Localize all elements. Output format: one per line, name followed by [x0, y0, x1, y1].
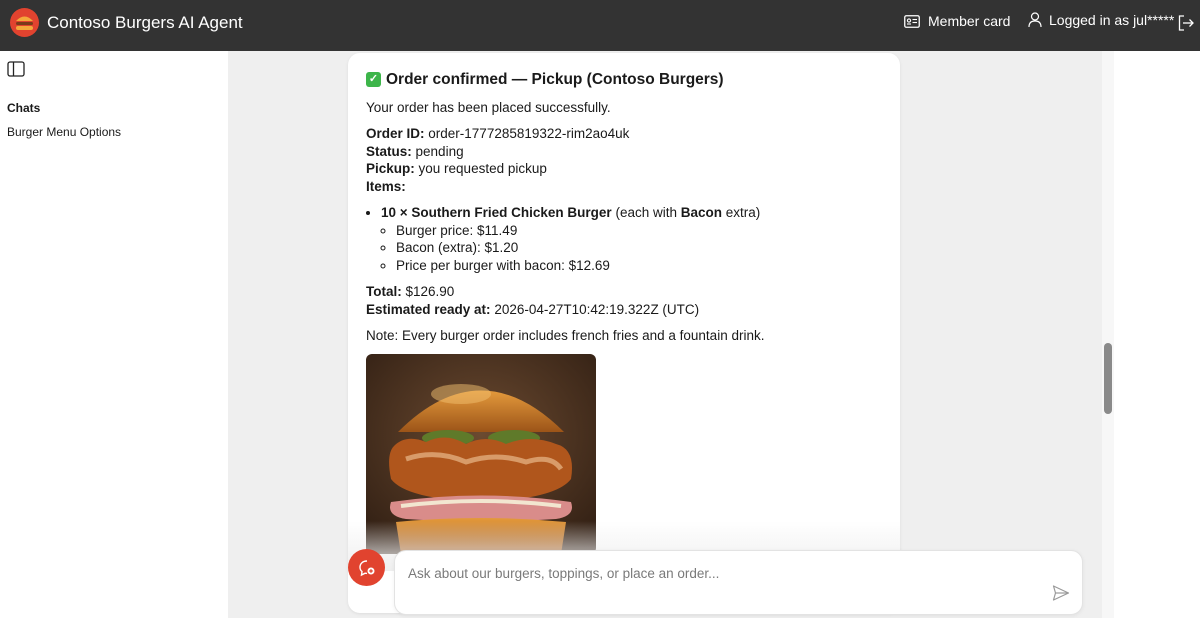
total-label: Total: — [366, 284, 402, 299]
order-items-list: 10 × Southern Fried Chicken Burger (each… — [381, 204, 882, 274]
total-row: Total: $126.90 — [366, 283, 882, 301]
send-icon[interactable] — [1052, 584, 1070, 602]
pickup-value: you requested pickup — [418, 161, 547, 176]
items-label: Items: — [366, 178, 406, 194]
list-item: Bacon (extra): $1.20 — [396, 239, 882, 257]
ready-label: Estimated ready at: — [366, 301, 491, 317]
scrollbar-track — [1102, 51, 1114, 618]
ready-row: Estimated ready at: 2026-04-27T10:42:19.… — [366, 301, 882, 319]
chat-input[interactable] — [408, 564, 1008, 582]
check-mark-icon: ✓ — [366, 72, 381, 88]
new-chat-button[interactable] — [348, 549, 385, 586]
status-value: pending — [415, 143, 464, 159]
chat-area: ✓ Order confirmed — Pickup (Contoso Burg… — [228, 51, 1114, 618]
right-pane — [1114, 51, 1200, 618]
member-card-button[interactable]: Member card — [904, 13, 1010, 29]
order-note: Note: Every burger order includes french… — [366, 328, 765, 343]
item-extra: extra) — [725, 205, 761, 220]
order-id-row: Order ID: order-1777285819322-rim2ao4uk — [366, 125, 882, 143]
sidebar-toggle-icon[interactable] — [7, 61, 25, 77]
status-row: Status: pending — [366, 143, 882, 161]
order-id-label: Order ID: — [366, 126, 425, 141]
order-id-value: order-1777285819322-rim2ao4uk — [428, 126, 630, 141]
app-title: Contoso Burgers AI Agent — [47, 13, 243, 32]
sidebar-item-chat[interactable]: Burger Menu Options — [7, 125, 121, 139]
item-each-with: (each with — [615, 205, 677, 220]
top-header: Contoso Burgers AI Agent Member card Log… — [0, 0, 1200, 51]
item-details-list: Burger price: $11.49 Bacon (extra): $1.2… — [396, 222, 882, 275]
pickup-row: Pickup: you requested pickup — [366, 160, 882, 178]
scrollbar-thumb[interactable] — [1104, 343, 1112, 414]
list-item: Price per burger with bacon: $12.69 — [396, 257, 882, 275]
message-title-text: Order confirmed — Pickup (Contoso Burger… — [386, 71, 724, 88]
total-value: $126.90 — [405, 284, 455, 299]
item-name: 10 × Southern Fried Chicken Burger — [381, 205, 612, 220]
items-row: Items: — [366, 178, 882, 196]
user-icon — [1028, 12, 1042, 28]
pickup-label: Pickup: — [366, 161, 415, 176]
member-card-label: Member card — [928, 13, 1011, 29]
id-card-icon — [904, 14, 920, 28]
logout-icon[interactable] — [1177, 14, 1195, 32]
login-status: Logged in as jul***** — [1028, 12, 1174, 28]
item-topping: Bacon — [680, 205, 723, 220]
list-item: Burger price: $11.49 — [396, 222, 882, 240]
new-chat-icon — [358, 559, 374, 576]
order-intro: Your order has been placed successfully. — [366, 99, 611, 115]
message-composer — [394, 550, 1083, 615]
status-label: Status: — [366, 143, 412, 159]
burger-logo-icon — [10, 8, 39, 37]
list-item: 10 × Southern Fried Chicken Burger (each… — [381, 204, 882, 274]
message-title: ✓ Order confirmed — Pickup (Contoso Burg… — [366, 71, 882, 89]
sidebar: Chats Burger Menu Options — [0, 51, 228, 618]
ready-value: 2026-04-27T10:42:19.322Z (UTC) — [494, 301, 700, 317]
login-status-label: Logged in as jul***** — [1049, 12, 1175, 28]
chats-heading: Chats — [7, 101, 41, 115]
